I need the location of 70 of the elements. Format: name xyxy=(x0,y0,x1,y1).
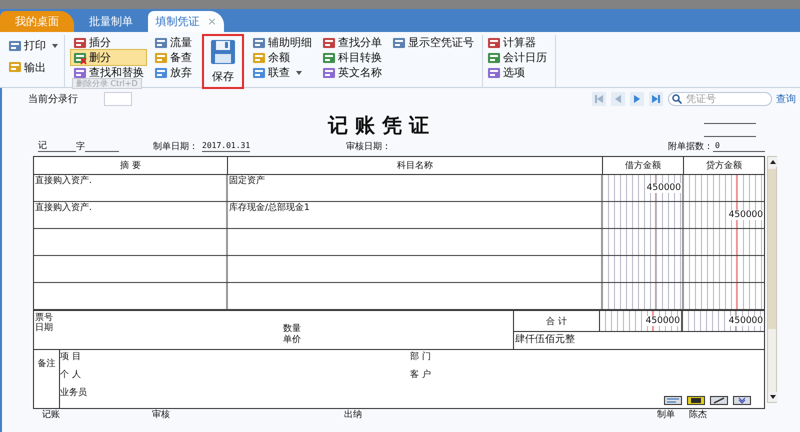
row-label: 当前分录行 xyxy=(28,92,78,106)
column-header: 贷方金额 xyxy=(705,160,743,173)
toolbar-button[interactable]: 显示空凭证号 xyxy=(390,35,476,50)
column-header: 摘 要 xyxy=(34,157,228,174)
toolbar-button[interactable]: 英文名称 xyxy=(320,65,384,80)
toolbar-button[interactable]: 会计日历 xyxy=(485,50,549,65)
attachments-value: 0 xyxy=(713,141,765,152)
quantity-label: 数量 xyxy=(283,324,301,334)
word-label: 字 xyxy=(76,142,85,152)
toolbar-button[interactable]: 输出 xyxy=(6,60,58,75)
note-field-label: 部 门 xyxy=(410,352,431,363)
signature-label: 审核 xyxy=(152,409,171,421)
note-field-label: 业务员 xyxy=(60,388,88,399)
date-field-label: 日期 xyxy=(35,323,53,333)
toolbar-button[interactable]: 打印 xyxy=(6,38,58,54)
date-label: 制单日期： xyxy=(153,142,198,152)
summary-cell[interactable]: 直接购入资产. xyxy=(34,202,228,228)
scroll-thumb[interactable] xyxy=(768,169,776,329)
toolbar-button[interactable]: 插分 xyxy=(71,35,146,50)
scroll-down-icon[interactable] xyxy=(768,392,778,402)
scroll-up-icon[interactable] xyxy=(768,157,778,167)
unit-price-label: 单价 xyxy=(283,335,301,346)
search-field[interactable]: 凭证号 xyxy=(668,92,772,106)
tab[interactable]: 填制凭证 × xyxy=(148,11,224,32)
toolbar-button[interactable]: 余额 xyxy=(250,50,314,65)
scrollbar[interactable] xyxy=(767,156,777,403)
note-field-label: 项 目 xyxy=(60,352,82,363)
notes-label: 备注 xyxy=(38,358,56,371)
date-value: 2017.01.31 xyxy=(202,141,250,152)
note-icon[interactable] xyxy=(664,396,682,405)
toolbar-button[interactable]: 科目转换 xyxy=(320,50,384,65)
signature-name: 陈杰 xyxy=(689,409,707,421)
delete-row-icon xyxy=(73,50,87,64)
expand-icon[interactable] xyxy=(733,396,751,405)
card-icon[interactable] xyxy=(687,396,705,405)
toolbar-button[interactable]: 放弃 xyxy=(152,65,194,80)
last-page-icon[interactable] xyxy=(649,92,663,106)
attachments-label: 附单据数： xyxy=(668,142,713,152)
row-input-field[interactable] xyxy=(104,92,132,106)
summary-cell[interactable]: 直接购入资产. xyxy=(34,175,228,201)
search-icon xyxy=(672,94,682,104)
signature-label: 记账 xyxy=(42,409,61,421)
tab[interactable]: 批量制单 xyxy=(74,11,148,32)
signature-label: 出纳 xyxy=(344,409,363,421)
signature-label: 制单 xyxy=(657,409,675,421)
toolbar-button[interactable]: 辅助明细 xyxy=(250,35,314,50)
note-field-label: 客 户 xyxy=(410,370,431,381)
toolbar-button[interactable]: 联查 xyxy=(250,65,314,80)
column-header: 科目名称 xyxy=(228,157,603,174)
type-label: 记 xyxy=(38,141,76,152)
next-icon[interactable] xyxy=(630,92,644,106)
toolbar-button[interactable]: 流量 xyxy=(152,35,194,50)
voucher-title: 记 账 凭 证 xyxy=(326,112,430,138)
toolbar-button[interactable]: 计算器 xyxy=(485,35,549,50)
previous-icon[interactable] xyxy=(611,92,625,106)
pencil-icon[interactable] xyxy=(710,396,728,405)
tooltip: 删除分录 Ctrl+D xyxy=(72,78,142,89)
amount-in-words: 肆仟伍佰元整 xyxy=(514,332,576,347)
first-page-icon[interactable] xyxy=(592,92,606,106)
toolbar-button[interactable]: 选项 xyxy=(485,65,549,80)
query-link[interactable]: 查询 xyxy=(776,92,796,106)
toolbar-button[interactable]: 删分 xyxy=(71,50,146,65)
note-field-label: 个 人 xyxy=(60,370,82,381)
toolbar-button[interactable]: 备查 xyxy=(152,50,194,65)
ticket-label: 票号 xyxy=(35,313,53,323)
column-header: 借方金额 xyxy=(603,157,684,174)
save-button[interactable]: 保存 xyxy=(202,34,244,88)
toolbar-button[interactable]: 查找分单 xyxy=(320,35,384,50)
audit-date-label: 审核日期： xyxy=(346,142,392,152)
toolbar-button[interactable]: 查找和替换 xyxy=(71,65,146,80)
